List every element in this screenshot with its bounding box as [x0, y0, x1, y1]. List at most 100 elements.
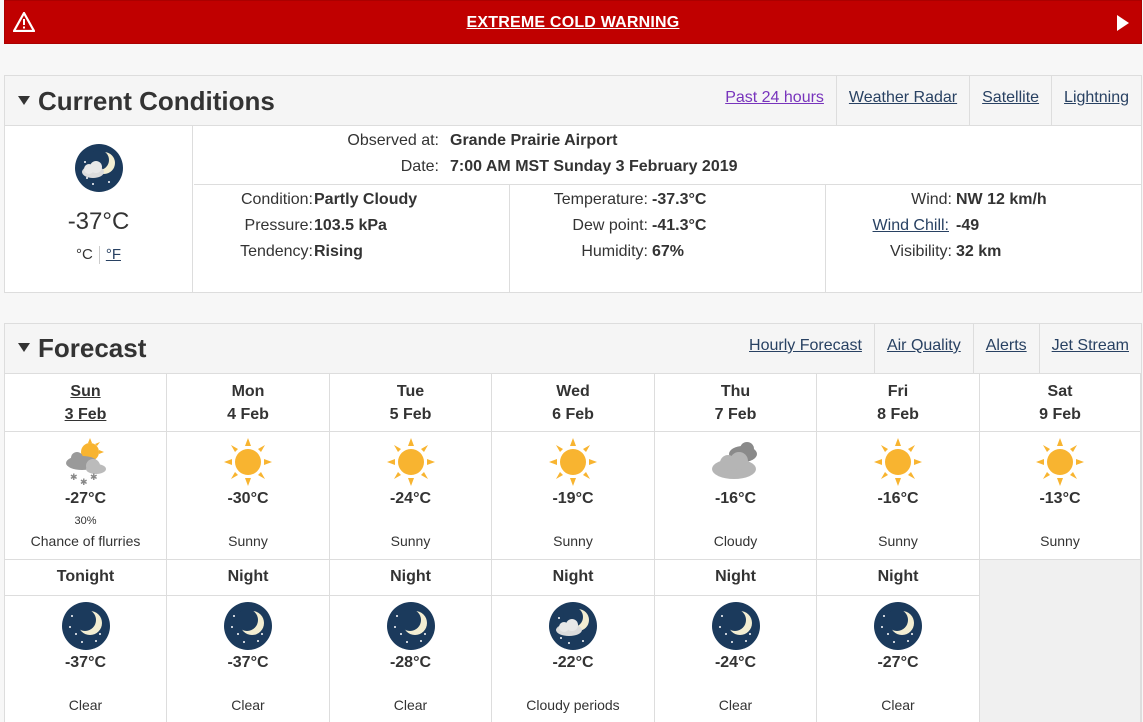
- day-date: 5 Feb: [389, 406, 432, 423]
- observed-at-row: Observed at: Grande Prairie Airport: [347, 132, 618, 149]
- moon-icon: [710, 600, 762, 652]
- forecast-day-cell[interactable]: -30°C Sunny: [167, 432, 330, 560]
- forecast-day-cell[interactable]: ✱ ✱ ✱ -27°C 30% Chance of flurries: [5, 432, 167, 560]
- current-conditions-title[interactable]: Current Conditions: [18, 86, 275, 117]
- forecast-night-cell[interactable]: -37°C Clear: [167, 596, 330, 722]
- night-low-temp: -24°C: [714, 654, 757, 671]
- lightning-link[interactable]: Lightning: [1051, 76, 1141, 126]
- sun-icon: [547, 436, 599, 488]
- forecast-day-header[interactable]: Wed 6 Feb: [492, 374, 655, 432]
- night-condition: Clear: [881, 697, 915, 713]
- forecast-night-header[interactable]: Night: [655, 560, 817, 596]
- observed-date: 7:00 AM MST Sunday 3 February 2019: [450, 158, 738, 175]
- night-low-temp: -27°C: [877, 654, 919, 671]
- forecast-night-cell[interactable]: -28°C Clear: [330, 596, 492, 722]
- moon-cloud-icon: [547, 600, 599, 652]
- sun-cloud-snow-icon: ✱ ✱ ✱: [60, 436, 112, 488]
- night-label: Night: [877, 568, 919, 585]
- moon-icon: [385, 600, 437, 652]
- forecast-day-header[interactable]: Tue 5 Feb: [330, 374, 492, 432]
- day-date: 7 Feb: [714, 406, 757, 423]
- night-condition: Cloudy periods: [526, 697, 620, 713]
- hourly-forecast-link[interactable]: Hourly Forecast: [737, 324, 874, 374]
- current-temperature: -37°C: [67, 208, 130, 235]
- forecast-night-cell[interactable]: -27°C Clear: [817, 596, 980, 722]
- play-arrow-icon[interactable]: [1117, 15, 1129, 31]
- warning-banner[interactable]: EXTREME COLD WARNING: [4, 0, 1142, 44]
- weather-radar-link[interactable]: Weather Radar: [835, 76, 969, 126]
- day-condition: Cloudy: [713, 533, 758, 549]
- observed-location: Grande Prairie Airport: [450, 132, 618, 149]
- precip-probability: 30%: [74, 515, 97, 527]
- sun-icon: [1034, 436, 1086, 488]
- forecast-day-cell[interactable]: -19°C Sunny: [492, 432, 655, 560]
- night-low-temp: -22°C: [552, 654, 594, 671]
- forecast-title[interactable]: Forecast: [18, 333, 146, 364]
- jet-stream-link[interactable]: Jet Stream: [1038, 324, 1141, 374]
- alerts-link[interactable]: Alerts: [972, 324, 1039, 374]
- conditions-column-2: Temperature: -37.3°C Dew point: -41.3°C Hu…: [509, 185, 825, 292]
- forecast-night-header[interactable]: Night: [817, 560, 980, 596]
- forecast-day-cell[interactable]: -24°C Sunny: [330, 432, 492, 560]
- forecast-day-header[interactable]: Thu 7 Feb: [655, 374, 817, 432]
- forecast-night-cell[interactable]: -24°C Clear: [655, 596, 817, 722]
- moon-icon: [60, 600, 112, 652]
- forecast-night-header[interactable]: Night: [330, 560, 492, 596]
- forecast-day-header[interactable]: Sun 3 Feb: [5, 374, 167, 432]
- sun-icon: [222, 436, 274, 488]
- satellite-link[interactable]: Satellite: [969, 76, 1051, 126]
- current-conditions-panel: Current Conditions Past 24 hours Weather…: [4, 75, 1142, 293]
- moon-icon: [222, 600, 274, 652]
- current-conditions-links: Past 24 hours Weather Radar Satellite Li…: [713, 76, 1141, 126]
- unit-toggle: °C °F: [5, 246, 192, 265]
- day-date: 8 Feb: [877, 406, 919, 423]
- svg-text:✱: ✱: [90, 473, 98, 483]
- air-quality-link[interactable]: Air Quality: [873, 324, 973, 374]
- sun-icon: [872, 436, 924, 488]
- day-name: Wed: [556, 383, 590, 400]
- svg-text:✱: ✱: [70, 473, 78, 483]
- forecast-night-cell[interactable]: -37°C Clear: [5, 596, 167, 722]
- day-condition: Sunny: [553, 533, 593, 549]
- forecast-night-header[interactable]: Tonight: [5, 560, 167, 596]
- current-summary: -37°C °C °F: [5, 126, 193, 292]
- night-condition: Clear: [718, 697, 753, 713]
- night-label: Night: [390, 568, 431, 585]
- day-date: 3 Feb: [64, 406, 107, 423]
- cloud-icon: [710, 436, 762, 488]
- moon-cloud-icon: [75, 144, 123, 192]
- night-label: Night: [715, 568, 756, 585]
- current-conditions-header: Current Conditions Past 24 hours Weather…: [5, 76, 1141, 126]
- day-high-temp: -27°C: [64, 490, 107, 507]
- forecast-day-header[interactable]: Sat 9 Feb: [980, 374, 1141, 432]
- night-low-temp: -28°C: [389, 654, 432, 671]
- day-high-temp: -30°C: [227, 490, 269, 507]
- wind-chill-link[interactable]: Wind Chill:: [826, 217, 949, 235]
- moon-icon: [872, 600, 924, 652]
- night-condition: Clear: [393, 697, 428, 713]
- forecast-night-header[interactable]: Night: [492, 560, 655, 596]
- sun-icon: [385, 436, 437, 488]
- day-name: Fri: [887, 383, 909, 400]
- night-low-temp: -37°C: [64, 654, 107, 671]
- collapse-triangle-icon[interactable]: [18, 95, 30, 105]
- conditions-column-3: Wind: NW 12 km/h Wind Chill: -49 Visibilit…: [825, 185, 1141, 292]
- forecast-day-header[interactable]: Fri 8 Feb: [817, 374, 980, 432]
- past-24-hours-link[interactable]: Past 24 hours: [713, 76, 836, 126]
- forecast-day-cell[interactable]: -16°C Cloudy: [655, 432, 817, 560]
- forecast-day-header[interactable]: Mon 4 Feb: [167, 374, 330, 432]
- forecast-night-header[interactable]: Night: [167, 560, 330, 596]
- forecast-day-cell[interactable]: -13°C Sunny: [980, 432, 1141, 560]
- celsius-label: °C: [75, 246, 93, 263]
- night-condition: Clear: [68, 697, 103, 713]
- fahrenheit-link[interactable]: °F: [106, 246, 121, 263]
- forecast-day-cell[interactable]: -16°C Sunny: [817, 432, 980, 560]
- day-high-temp: -19°C: [552, 490, 594, 507]
- forecast-night-cell[interactable]: -22°C Cloudy periods: [492, 596, 655, 722]
- day-condition: Sunny: [1040, 533, 1080, 549]
- collapse-triangle-icon[interactable]: [18, 342, 30, 352]
- forecast-links: Hourly Forecast Air Quality Alerts Jet S…: [737, 324, 1141, 374]
- warning-link[interactable]: EXTREME COLD WARNING: [5, 14, 1141, 32]
- night-label: Night: [227, 568, 269, 585]
- day-name: Sun: [70, 383, 101, 400]
